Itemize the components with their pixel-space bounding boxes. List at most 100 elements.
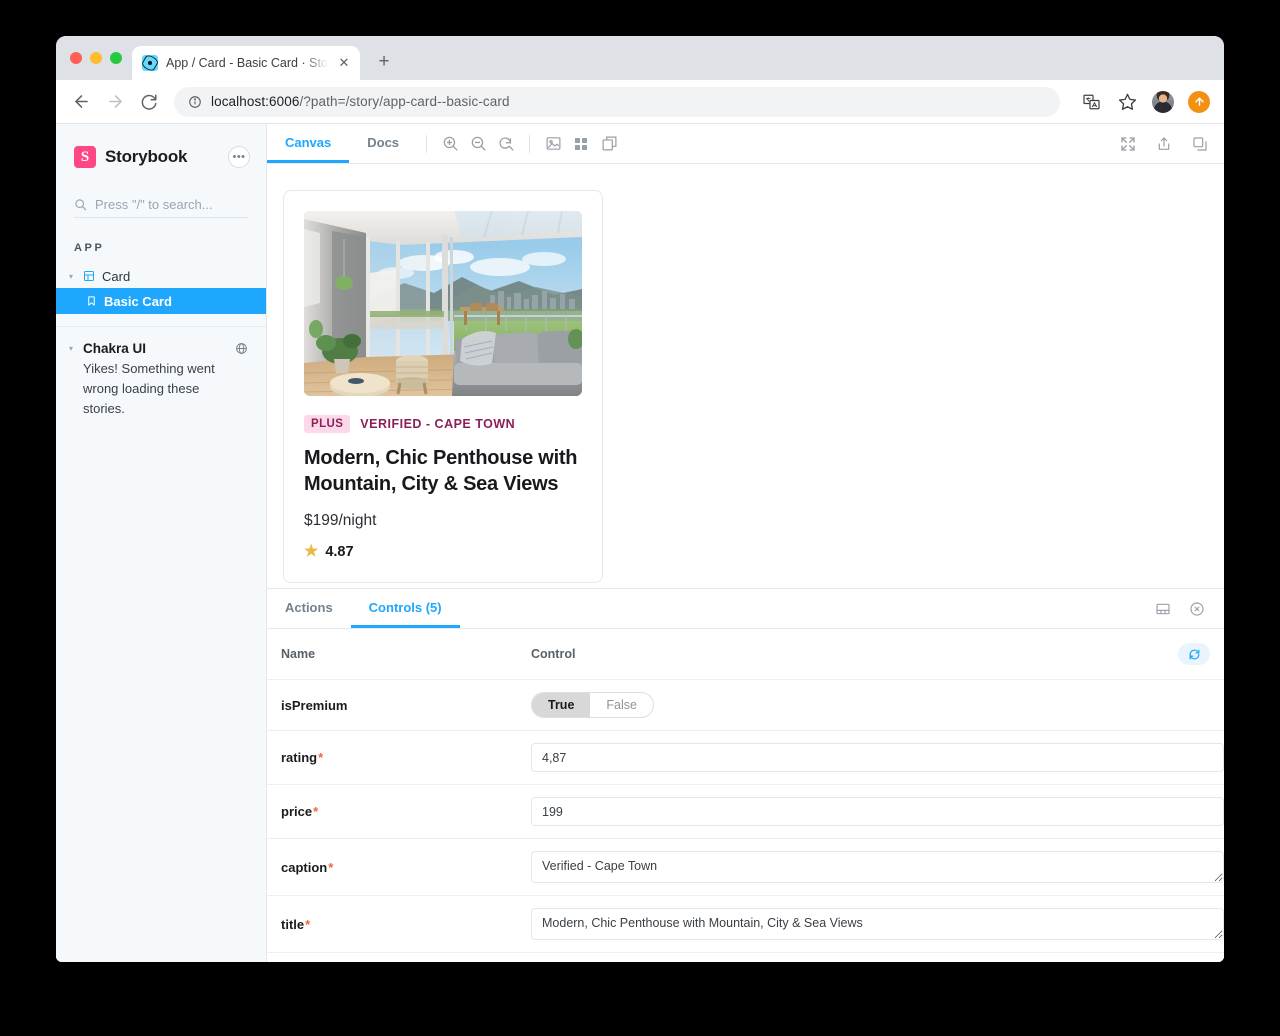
close-panel-icon[interactable] — [1186, 598, 1208, 620]
panel-position-icon[interactable] — [1152, 598, 1174, 620]
control-label: title — [281, 916, 305, 932]
tab-controls[interactable]: Controls (5) — [350, 589, 460, 628]
browser-tab-title: App / Card - Basic Card · Story — [166, 56, 328, 70]
translate-icon[interactable] — [1080, 91, 1102, 113]
plus-badge: PLUS — [304, 415, 351, 433]
sidebar-item-card[interactable]: ▾ Card — [56, 264, 266, 288]
sidebar-header: S Storybook ••• — [56, 142, 266, 172]
storybook-main: Canvas Docs PLUS VERIFIED - CAPE TOWN Mo… — [266, 124, 1224, 962]
control-name-title: title* — [267, 895, 517, 953]
forward-icon[interactable] — [104, 91, 126, 113]
control-name-rating: rating* — [267, 730, 517, 785]
toolbar-divider — [529, 134, 531, 153]
story-canvas: PLUS VERIFIED - CAPE TOWN Modern, Chic P… — [267, 164, 1224, 588]
close-window-button[interactable] — [70, 52, 82, 64]
error-group-title: Chakra UI — [83, 341, 147, 356]
search-icon — [75, 199, 87, 211]
grid-icon[interactable] — [567, 130, 595, 158]
sidebar-section-label: APP — [74, 242, 105, 254]
browser-toolbar-actions — [1072, 90, 1210, 113]
url-input[interactable]: localhost:6006/?path=/story/app-card--ba… — [174, 86, 1060, 117]
measure-icon[interactable] — [595, 130, 623, 158]
window-traffic-lights — [66, 36, 132, 80]
background-icon[interactable] — [539, 130, 567, 158]
zoom-reset-icon[interactable] — [492, 130, 520, 158]
card-title: Modern, Chic Penthouse with Mountain, Ci… — [304, 447, 578, 496]
browser-window: App / Card - Basic Card · Story ✕ + loca… — [56, 36, 1224, 962]
sidebar-error-group: ▾ Chakra UI Yikes! Something went wrong … — [56, 327, 266, 419]
close-tab-icon[interactable]: ✕ — [336, 55, 352, 71]
extension-upload-icon[interactable] — [1188, 90, 1210, 113]
required-asterisk: * — [313, 804, 319, 819]
chevron-down-icon[interactable]: ▾ — [66, 344, 76, 353]
price-input[interactable] — [531, 797, 1224, 826]
new-tab-button[interactable]: + — [370, 48, 398, 76]
fullscreen-icon[interactable] — [1114, 130, 1142, 158]
sidebar-item-label: Basic Card — [104, 293, 172, 309]
search-input[interactable]: Press "/" to search... — [74, 192, 248, 218]
reset-controls-icon[interactable] — [1178, 643, 1210, 665]
table-row: isPremium True False — [267, 679, 1224, 731]
required-asterisk: * — [305, 916, 311, 932]
open-in-new-icon[interactable] — [1150, 130, 1178, 158]
control-cell-title — [517, 895, 1224, 953]
browser-tab[interactable]: App / Card - Basic Card · Story ✕ — [132, 46, 360, 80]
boolean-toggle-isPremium[interactable]: True False — [531, 692, 654, 718]
profile-avatar[interactable] — [1152, 90, 1174, 113]
globe-icon — [235, 342, 248, 355]
maximize-window-button[interactable] — [110, 52, 122, 64]
toggle-option-true[interactable]: True — [532, 693, 591, 717]
sidebar-menu-button[interactable]: ••• — [228, 146, 250, 168]
zoom-in-icon[interactable] — [436, 130, 464, 158]
control-name-isPremium: isPremium — [267, 679, 517, 731]
addons-panel-actions — [1152, 598, 1214, 620]
toolbar-divider — [426, 134, 428, 153]
controls-table-body: isPremium True False rating* 4,87 price*… — [267, 679, 1224, 953]
caption-textarea[interactable] — [531, 851, 1224, 883]
addons-panel: Actions Controls (5) Name Control isPrem… — [267, 588, 1224, 962]
storybook-app: S Storybook ••• Press "/" to search... A… — [56, 124, 1224, 962]
card-badges: PLUS VERIFIED - CAPE TOWN — [304, 415, 582, 433]
zoom-out-icon[interactable] — [464, 130, 492, 158]
tab-actions[interactable]: Actions — [267, 589, 351, 628]
control-label: rating — [281, 750, 318, 765]
star-icon: ★ — [304, 542, 319, 560]
table-row: rating* — [267, 730, 1224, 785]
copy-link-icon[interactable] — [1186, 130, 1214, 158]
card-caption: VERIFIED - CAPE TOWN — [360, 417, 516, 431]
reload-icon[interactable] — [138, 91, 160, 113]
back-icon[interactable] — [70, 91, 92, 113]
penthouse-living-room-photo — [304, 211, 582, 396]
control-cell-price — [517, 784, 1224, 839]
required-asterisk: * — [318, 750, 324, 765]
control-label: caption — [281, 859, 328, 875]
column-header-control: Control — [517, 629, 1164, 680]
card-rating-value: 4.87 — [325, 543, 354, 560]
sidebar-item-basic-card[interactable]: Basic Card — [56, 288, 266, 314]
storybook-logo-icon: S — [74, 146, 96, 168]
chevron-down-icon[interactable]: ▾ — [66, 272, 76, 281]
component-icon — [83, 270, 95, 282]
site-info-icon — [189, 95, 201, 108]
controls-header-row: Name Control — [267, 629, 1224, 680]
control-cell-rating — [517, 730, 1224, 785]
tab-docs[interactable]: Docs — [349, 124, 417, 163]
minimize-window-button[interactable] — [90, 52, 102, 64]
sidebar-brand-label: Storybook — [105, 147, 188, 166]
title-textarea[interactable] — [531, 908, 1224, 940]
sidebar-item-label: Card — [102, 268, 131, 284]
controls-table: Name Control isPremium True False rating… — [267, 629, 1224, 953]
bookmark-star-icon[interactable] — [1116, 91, 1138, 113]
addons-panel-tabs: Actions Controls (5) — [267, 589, 1224, 629]
url-host: localhost:6006 — [211, 94, 300, 109]
preview-toolbar: Canvas Docs — [267, 124, 1224, 164]
rating-input[interactable] — [531, 743, 1224, 772]
table-row: caption* — [267, 838, 1224, 896]
tab-canvas[interactable]: Canvas — [267, 124, 350, 163]
toggle-option-false[interactable]: False — [590, 693, 653, 717]
error-group-header[interactable]: ▾ Chakra UI — [66, 341, 248, 356]
control-name-caption: caption* — [267, 838, 517, 896]
storybook-sidebar: S Storybook ••• Press "/" to search... A… — [56, 124, 266, 962]
required-asterisk: * — [328, 859, 334, 875]
control-cell-caption — [517, 838, 1224, 896]
